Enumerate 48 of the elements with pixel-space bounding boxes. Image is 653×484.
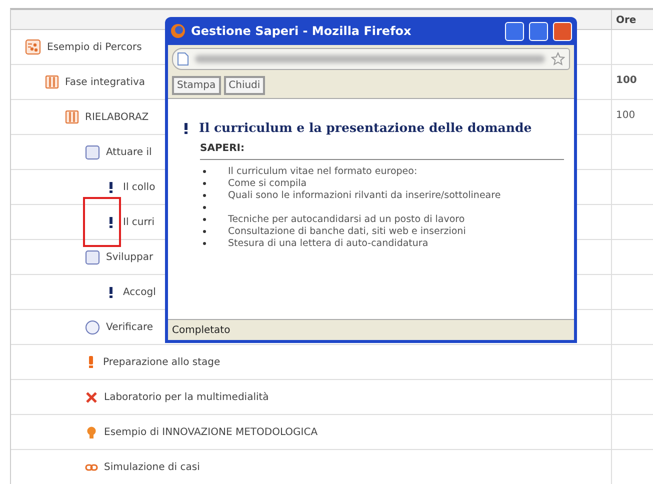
tree-item-label[interactable]: Laboratorio per la multimedialità (104, 390, 269, 404)
content-heading: Il curriculum e la presentazione delle domande (199, 119, 532, 137)
section-label: SAPERI: (200, 140, 564, 160)
tree-item-label[interactable]: Fase integrativa (65, 74, 146, 90)
page-icon (177, 52, 189, 66)
toolbar-button[interactable]: Chiudi (224, 76, 266, 95)
toolbar-button[interactable]: Stampa (172, 76, 221, 95)
square-icon (85, 250, 100, 264)
circle-icon (85, 320, 100, 334)
tree-item-label[interactable]: Il collo (123, 180, 156, 194)
bullet-icon (203, 182, 206, 185)
tree-item-label[interactable]: Sviluppar (106, 250, 154, 264)
list-item: Come si compila (228, 178, 307, 190)
list-item: Quali sono le informazioni rilvanti da inserire/sottolineare (228, 190, 501, 202)
bullet-icon (203, 218, 206, 221)
hours-value: 100 (616, 110, 636, 121)
bracket-icon (45, 75, 59, 89)
tree-item-label[interactable]: Esempio di INNOVAZIONE METODOLOGICA (104, 424, 318, 440)
tree-item-label[interactable]: Verificare (106, 320, 154, 334)
bullet-icon (203, 170, 206, 173)
bullet-icon (203, 194, 206, 197)
bulb-icon (85, 426, 98, 438)
tree-item-label[interactable]: Il curri (123, 214, 155, 230)
tree-item-label[interactable]: Simulazione di casi (104, 460, 200, 474)
square-icon (85, 144, 100, 160)
maximize-button[interactable] (529, 22, 548, 40)
tools-icon (85, 390, 98, 404)
tree-item-label[interactable]: Esempio di Percors (47, 40, 142, 54)
tree-item-label[interactable]: RIELABORAZ (85, 110, 149, 124)
window-title: Gestione Saperi - Mozilla Firefox (191, 23, 412, 40)
browser-logo-icon (170, 23, 186, 39)
module-icon (25, 39, 41, 55)
close-button[interactable] (553, 22, 572, 40)
bullet-icon (203, 230, 206, 233)
tree-item-label[interactable]: Preparazione allo stage (103, 354, 220, 370)
column-header: Ore (611, 10, 653, 29)
hours-value: 100 (616, 75, 637, 86)
tree-item-label[interactable]: Accogl (123, 284, 156, 300)
minimize-button[interactable] (505, 22, 524, 40)
tree-item-label[interactable]: Attuare il (106, 144, 152, 160)
list-item: Stesura di una lettera di auto-candidatura (228, 238, 428, 250)
bullet-icon (203, 242, 206, 245)
list-item: Tecniche per autocandidarsi ad un posto di lavoro (228, 214, 465, 226)
bullet-icon (203, 206, 206, 209)
star-icon[interactable] (551, 52, 565, 66)
bracket-icon (65, 110, 79, 124)
list-item: Il curriculum vitae nel formato europeo: (228, 166, 418, 178)
list-item: Consultazione di banche dati, siti web e inserzioni (228, 226, 466, 238)
